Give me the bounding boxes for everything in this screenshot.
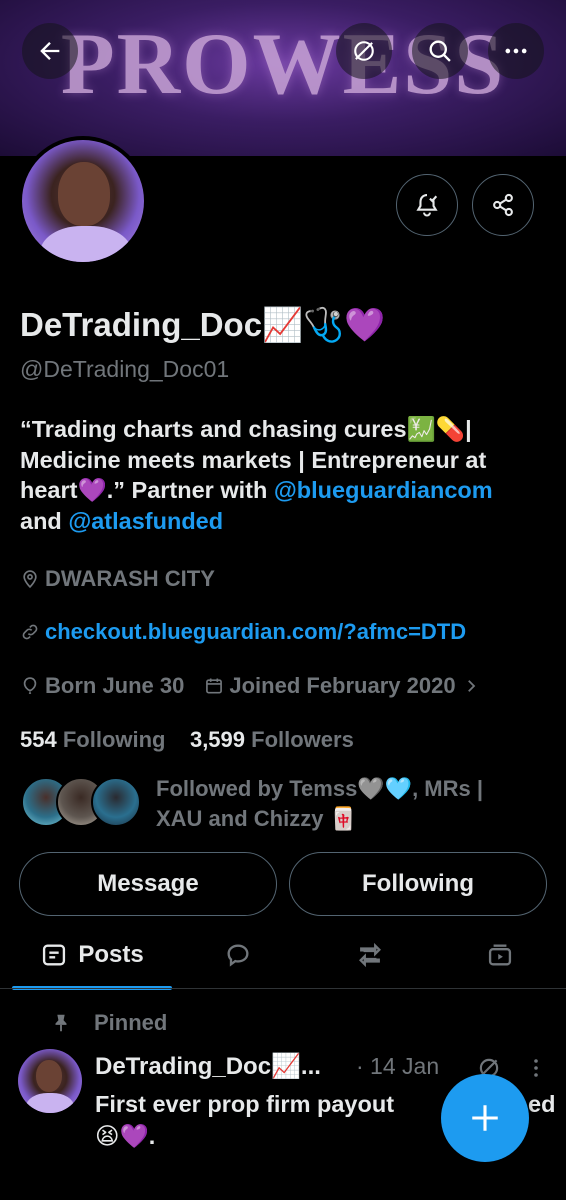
back-button[interactable] bbox=[22, 23, 78, 79]
tab-posts-label: Posts bbox=[78, 941, 144, 968]
location-icon bbox=[23, 570, 37, 589]
back-arrow-icon bbox=[40, 42, 60, 60]
search-button[interactable] bbox=[412, 23, 468, 79]
mention-link[interactable]: @atlasfunded bbox=[68, 508, 223, 534]
share-icon bbox=[493, 193, 513, 217]
more-icon bbox=[505, 48, 527, 54]
profile-dates: Born June 30 Joined February 2020 bbox=[20, 673, 485, 699]
reposts-icon bbox=[359, 942, 381, 968]
location-text: DWARASH CITY bbox=[45, 566, 215, 591]
followers-count: 3,599 bbox=[189, 727, 246, 752]
bio-line: Medicine meets markets | Entrepreneur at bbox=[20, 446, 487, 473]
more-vertical-icon[interactable] bbox=[524, 1055, 548, 1081]
plus-icon bbox=[472, 1105, 498, 1131]
avatar-body bbox=[26, 1093, 74, 1113]
posts-icon bbox=[43, 944, 66, 966]
bio-text: heart💜.” Partner with bbox=[20, 477, 274, 503]
link-icon bbox=[22, 624, 38, 640]
birthday-text: Born June 30 bbox=[45, 673, 185, 698]
pinned-text: Pinned bbox=[94, 1010, 168, 1035]
bio-line: and @atlasfunded bbox=[20, 506, 550, 537]
following-count: 554 bbox=[20, 727, 57, 752]
replies-icon bbox=[227, 944, 249, 967]
tweet-avatar[interactable] bbox=[18, 1049, 82, 1113]
profile-name: DeTrading_Doc📈🩺💜 bbox=[20, 306, 386, 343]
tab-replies[interactable] bbox=[198, 924, 278, 986]
joined-text: Joined February 2020 bbox=[229, 673, 456, 698]
avatar-face bbox=[58, 162, 110, 226]
calendar-icon bbox=[206, 678, 223, 694]
followers-stat[interactable]: 3,599 Followers bbox=[190, 727, 354, 752]
tweet-author-name[interactable]: DeTrading_Doc📈... bbox=[95, 1052, 321, 1081]
profile-avatar[interactable] bbox=[18, 136, 148, 266]
notifications-button[interactable] bbox=[396, 174, 458, 236]
tweet-text-end: ed bbox=[528, 1091, 556, 1117]
grok-button[interactable] bbox=[336, 23, 392, 79]
tab-reposts[interactable] bbox=[330, 924, 410, 986]
following-stat[interactable]: 554 Following bbox=[20, 727, 166, 752]
followed-by-line: Followed by Temss🩶🩵, MRs | bbox=[156, 776, 484, 801]
compose-button[interactable] bbox=[441, 1074, 529, 1162]
follower-avatar[interactable] bbox=[91, 777, 141, 827]
banner-title: PROWESS bbox=[60, 16, 506, 113]
bio-line: heart💜.” Partner with @blueguardiancom bbox=[20, 475, 550, 506]
media-icon bbox=[488, 944, 512, 966]
profile-stats: 554 Following 3,599 Followers bbox=[20, 727, 354, 753]
tweet-text-start: First ever prop firm payout bbox=[95, 1091, 395, 1117]
avatar-body bbox=[40, 226, 132, 262]
avatar-face bbox=[36, 1060, 62, 1092]
tweet-date[interactable]: · 14 Jan bbox=[356, 1053, 439, 1080]
followed-by-line: XAU and Chizzy 🀄 bbox=[156, 806, 357, 831]
profile-handle: @DeTrading_Doc01 bbox=[20, 356, 230, 382]
profile-bio: “Trading charts and chasing cures💹💊| Med… bbox=[20, 414, 550, 536]
profile-website[interactable]: checkout.blueguardian.com/?afmc=DTD bbox=[20, 619, 466, 645]
more-button[interactable] bbox=[488, 23, 544, 79]
tab-media[interactable] bbox=[460, 924, 540, 986]
bell-check-icon bbox=[416, 194, 438, 217]
balloon-icon bbox=[23, 677, 37, 694]
pinned-label: Pinned bbox=[50, 1010, 167, 1036]
chevron-right-icon[interactable] bbox=[462, 677, 480, 695]
followers-label: Followers bbox=[251, 727, 354, 752]
followed-by-text[interactable]: Followed by Temss🩶🩵, MRs | XAU and Chizz… bbox=[156, 774, 536, 834]
tab-posts[interactable]: Posts bbox=[12, 924, 172, 986]
share-button[interactable] bbox=[472, 174, 534, 236]
profile-tabs: Posts bbox=[0, 924, 566, 990]
search-icon bbox=[429, 40, 451, 62]
mention-link[interactable]: @blueguardiancom bbox=[274, 477, 493, 503]
bio-text: and bbox=[20, 507, 69, 534]
tab-divider bbox=[0, 988, 566, 989]
grok-icon bbox=[354, 41, 374, 61]
message-button[interactable]: Message bbox=[19, 852, 277, 916]
profile-location: DWARASH CITY bbox=[20, 566, 215, 592]
pin-icon bbox=[55, 1014, 67, 1032]
bio-line: “Trading charts and chasing cures💹💊| bbox=[20, 416, 472, 442]
following-button[interactable]: Following bbox=[289, 852, 547, 916]
following-label: Following bbox=[62, 727, 166, 752]
profile-banner[interactable]: PROWESS bbox=[0, 0, 566, 156]
website-link[interactable]: checkout.blueguardian.com/?afmc=DTD bbox=[45, 619, 466, 645]
